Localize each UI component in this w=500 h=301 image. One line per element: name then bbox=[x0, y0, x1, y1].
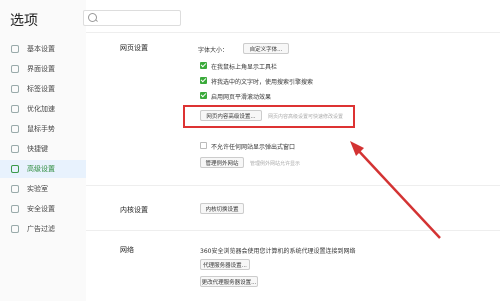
option-label-0: 在我鼠标上角显示工具栏 bbox=[211, 64, 278, 71]
font-size-label: 字体大小： bbox=[198, 47, 229, 54]
sidebar-item[interactable]: 优化加速 bbox=[0, 100, 86, 118]
sidebar-item[interactable]: 基本设置 bbox=[0, 40, 86, 58]
sidebar-item[interactable]: 安全设置 bbox=[0, 200, 86, 218]
settings-icon bbox=[11, 45, 19, 53]
sidebar-item-label: 安全设置 bbox=[27, 205, 55, 213]
popup-label: 不允许任何网站显示弹出式窗口 bbox=[211, 144, 296, 151]
option-checkbox-1[interactable] bbox=[200, 77, 207, 84]
option-label-1: 将我选中的文字时，使用搜索引擎搜索 bbox=[211, 79, 314, 86]
sidebar-item[interactable]: 实验室 bbox=[0, 180, 86, 198]
content-settings-button[interactable]: 网页内容高级设置... bbox=[200, 110, 262, 121]
sidebar-item[interactable]: 快捷键 bbox=[0, 140, 86, 158]
sidebar-item[interactable]: 广告过滤 bbox=[0, 220, 86, 238]
custom-font-button[interactable]: 自定义字体... bbox=[243, 43, 289, 54]
sidebar-item-label: 基本设置 bbox=[27, 45, 55, 53]
sidebar-item[interactable]: 标签设置 bbox=[0, 80, 86, 98]
sidebar-item-label: 标签设置 bbox=[27, 85, 55, 93]
sidebar-item-label: 界面设置 bbox=[27, 65, 55, 73]
advanced-icon bbox=[11, 165, 19, 173]
network-section-title: 网络 bbox=[120, 246, 134, 254]
section-divider-1 bbox=[86, 185, 500, 186]
kernel-switch-button[interactable]: 内核切换设置 bbox=[200, 203, 244, 214]
network-description: 360安全浏览器会使用您计算机的系统代理设置连接到网络 bbox=[200, 248, 356, 255]
manage-exceptions-button[interactable]: 管理例外网站 bbox=[200, 157, 244, 168]
window-title: 选项 bbox=[10, 13, 38, 29]
option-checkbox-2[interactable] bbox=[200, 92, 207, 99]
shield-icon bbox=[11, 205, 19, 213]
mouse-icon bbox=[11, 125, 19, 133]
sidebar-item-label: 鼠标手势 bbox=[27, 125, 55, 133]
kernel-section-title: 内核设置 bbox=[120, 206, 148, 214]
popup-checkbox[interactable] bbox=[200, 142, 207, 149]
option-checkbox-0[interactable] bbox=[200, 62, 207, 69]
sidebar-item[interactable]: 界面设置 bbox=[0, 60, 86, 78]
change-proxy-button[interactable]: 更改代理服务器设置... bbox=[200, 276, 258, 287]
option-label-2: 启用网页平滑滚动效果 bbox=[211, 94, 272, 101]
sidebar-item-label: 广告过滤 bbox=[27, 225, 55, 233]
sidebar-item-label: 实验室 bbox=[27, 185, 48, 193]
content-settings-hint: 网页内容高级设置可快速修改设置 bbox=[268, 114, 344, 120]
sidebar-item-label: 优化加速 bbox=[27, 105, 55, 113]
sidebar-item-label: 高级设置 bbox=[27, 165, 55, 173]
sidebar-item[interactable]: 鼠标手势 bbox=[0, 120, 86, 138]
tab-icon bbox=[11, 85, 19, 93]
sidebar-item-label: 快捷键 bbox=[27, 145, 48, 153]
sidebar-item[interactable]: 高级设置 bbox=[0, 160, 86, 178]
ad-block-icon bbox=[11, 225, 19, 233]
web-section-title: 网页设置 bbox=[120, 44, 148, 52]
window-icon bbox=[11, 65, 19, 73]
manage-hint: 管理例外网站允许显示 bbox=[250, 161, 301, 167]
keyboard-icon bbox=[11, 145, 19, 153]
rocket-icon bbox=[11, 105, 19, 113]
section-divider-2 bbox=[86, 230, 500, 231]
search-icon bbox=[88, 13, 97, 22]
search-input[interactable] bbox=[83, 10, 181, 26]
proxy-settings-button[interactable]: 代理服务器设置... bbox=[200, 259, 250, 270]
header-divider bbox=[86, 32, 500, 33]
flask-icon bbox=[11, 185, 19, 193]
